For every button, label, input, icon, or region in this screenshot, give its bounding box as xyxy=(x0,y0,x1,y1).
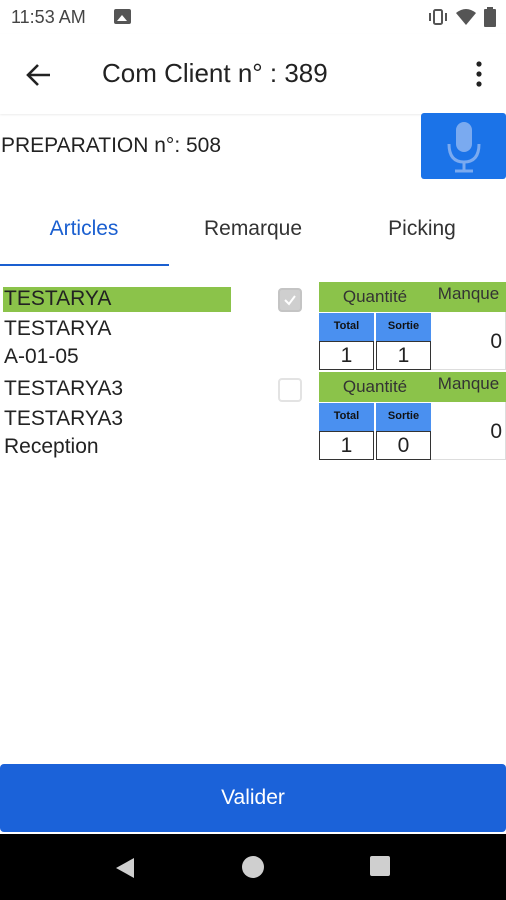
microphone-icon xyxy=(447,122,481,173)
total-value: 1 xyxy=(319,431,374,460)
tab-bar: Articles Remarque Picking xyxy=(0,200,506,266)
manque-value: 0 xyxy=(490,420,502,443)
sortie-header: Sortie xyxy=(376,313,431,341)
nav-recents-icon[interactable] xyxy=(370,856,390,876)
vibrate-icon xyxy=(429,9,447,25)
status-bar: 11:53 AM xyxy=(0,0,506,34)
total-header: Total xyxy=(319,403,374,431)
quantite-header: Quantité xyxy=(319,282,431,312)
tab-indicator xyxy=(0,264,169,266)
article-checkbox[interactable] xyxy=(278,378,302,402)
article-code: TESTARYA xyxy=(4,317,112,340)
sortie-input[interactable]: 1 xyxy=(376,341,431,370)
sortie-input[interactable]: 0 xyxy=(376,431,431,460)
nav-back-icon[interactable] xyxy=(114,856,136,880)
article-location: Reception xyxy=(4,435,99,458)
article-code: TESTARYA3 xyxy=(4,407,124,430)
page-title: Com Client n° : 389 xyxy=(102,58,328,88)
preparation-label: PREPARATION n°: 508 xyxy=(1,134,222,157)
microphone-button[interactable] xyxy=(421,113,506,179)
battery-icon xyxy=(484,7,496,27)
status-time: 11:53 AM xyxy=(11,7,86,27)
total-value: 1 xyxy=(319,341,374,370)
tab-articles[interactable]: Articles xyxy=(0,200,168,266)
manque-cell: 0 xyxy=(431,402,506,460)
wifi-icon xyxy=(456,9,476,25)
tab-remarque[interactable]: Remarque xyxy=(169,200,337,266)
manque-header: Manque xyxy=(431,372,506,402)
article-location: A-01-05 xyxy=(4,345,79,368)
sortie-header: Sortie xyxy=(376,403,431,431)
status-icons xyxy=(428,7,496,27)
arrow-back-icon[interactable] xyxy=(22,58,56,92)
manque-value: 0 xyxy=(490,330,502,353)
article-checkbox[interactable] xyxy=(278,288,302,312)
app-bar: Com Client n° : 389 xyxy=(0,34,506,114)
tab-picking[interactable]: Picking xyxy=(338,200,506,266)
article-name: TESTARYA xyxy=(4,287,112,310)
more-vert-icon[interactable] xyxy=(468,58,490,90)
image-icon xyxy=(114,9,131,24)
nav-home-icon[interactable] xyxy=(242,856,264,878)
total-header: Total xyxy=(319,313,374,341)
system-nav-bar xyxy=(0,834,506,900)
manque-cell: 0 xyxy=(431,312,506,370)
valider-button[interactable]: Valider xyxy=(0,764,506,832)
quantite-header: Quantité xyxy=(319,372,431,402)
check-icon xyxy=(284,295,296,306)
article-name: TESTARYA3 xyxy=(4,377,124,400)
manque-header: Manque xyxy=(431,282,506,312)
